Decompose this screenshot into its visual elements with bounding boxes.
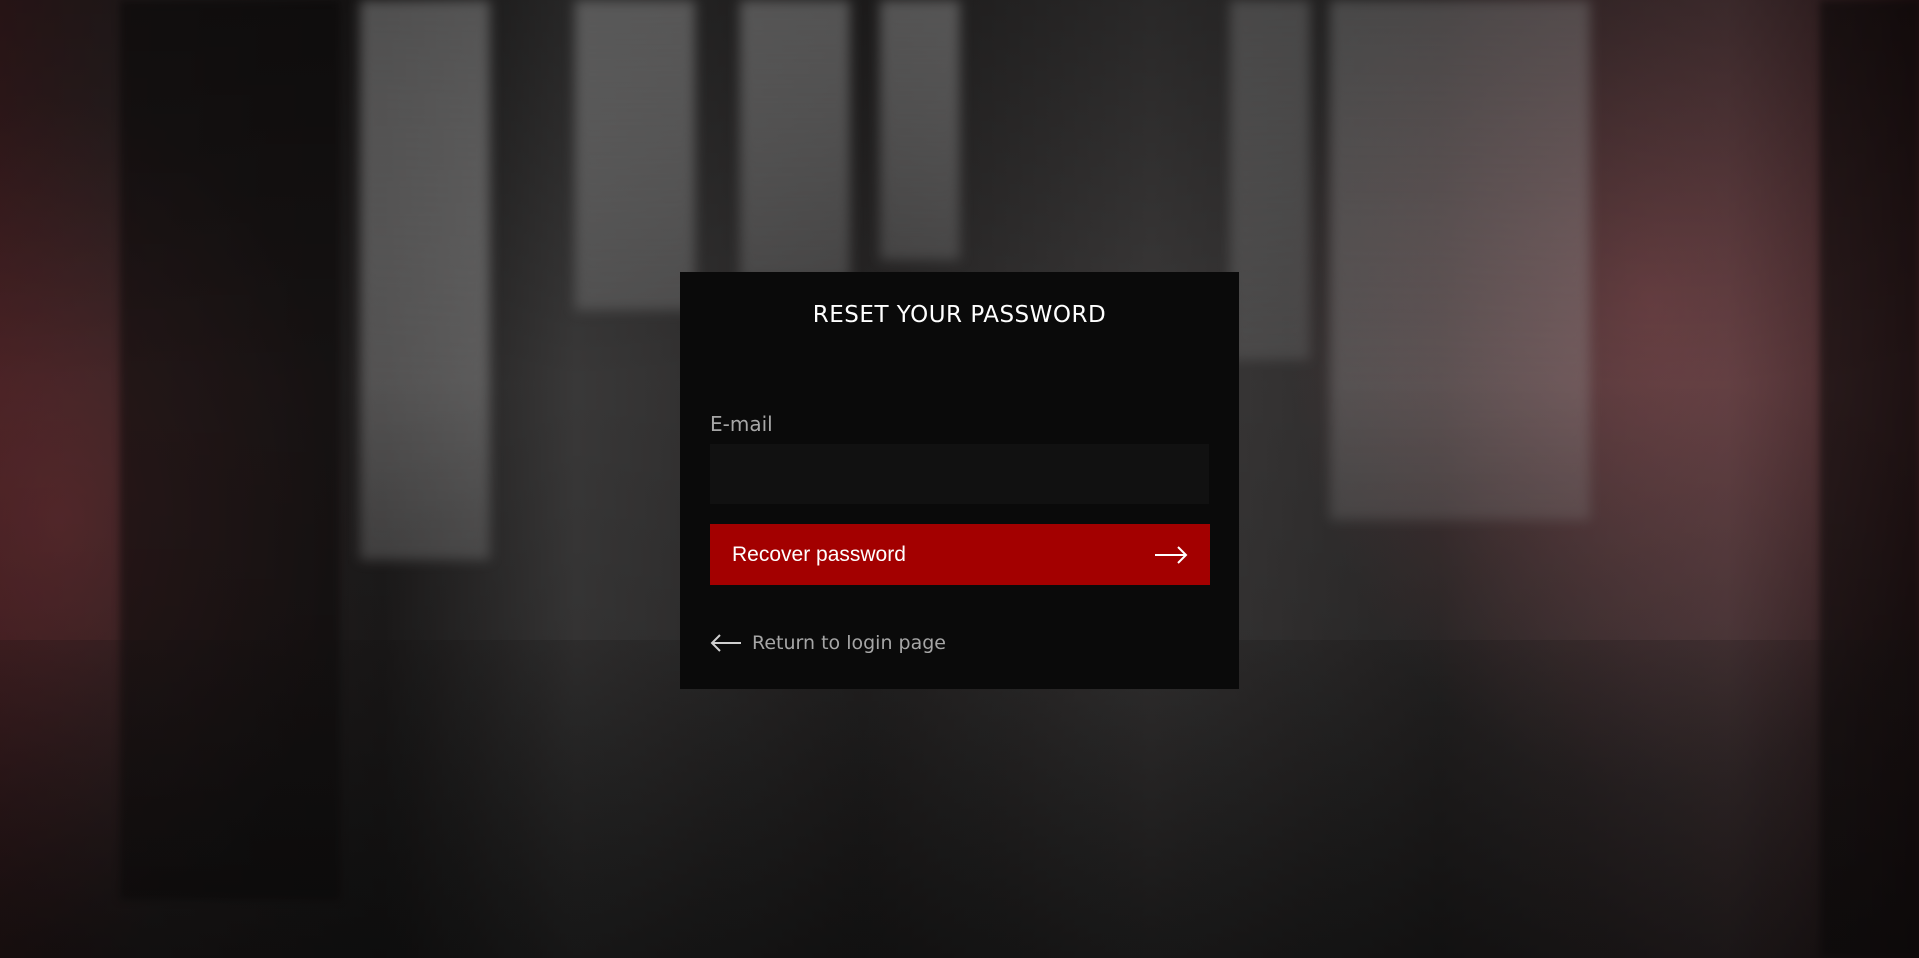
- email-field[interactable]: [710, 444, 1209, 504]
- return-to-login-label: Return to login page: [752, 632, 946, 654]
- email-label: E-mail: [710, 412, 773, 436]
- page-title: RESET YOUR PASSWORD: [812, 302, 1107, 328]
- recover-password-button[interactable]: Recover password: [710, 524, 1210, 585]
- return-to-login-link[interactable]: Return to login page: [710, 630, 946, 656]
- recover-password-label: Recover password: [732, 542, 906, 566]
- arrow-right-icon: [1155, 546, 1188, 564]
- arrow-left-icon: [710, 634, 741, 652]
- reset-password-card: RESET YOUR PASSWORD E-mail Recover passw…: [680, 272, 1239, 689]
